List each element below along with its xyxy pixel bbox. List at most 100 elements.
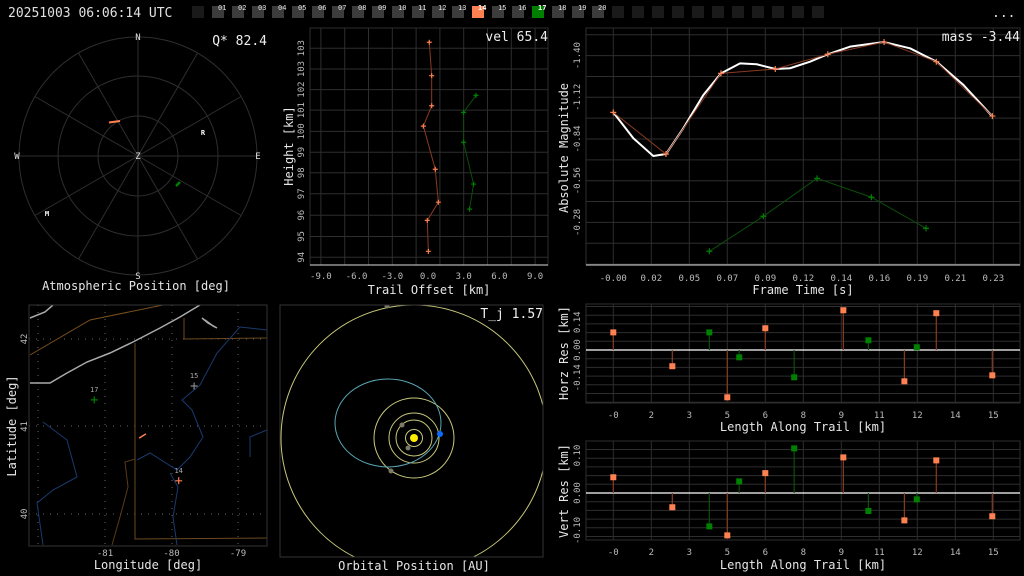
res-x-tick: 3 [687,411,692,421]
trail-y-tick: 97 [297,188,307,199]
frame-tile-empty[interactable] [772,6,784,18]
lc-point-14 [824,51,831,58]
trail-y-tick: 100 [297,123,307,139]
compass-north: N [135,33,140,43]
frame-tile-empty[interactable] [692,6,704,18]
frame-tile-empty[interactable] [752,6,764,18]
frame-tile-empty[interactable] [612,6,624,18]
map-y-tick: 40 [20,509,30,520]
polar-spoke [78,52,139,157]
res-point-14 [724,532,731,539]
trail-point-17 [471,181,477,187]
trail-y-label: Height [km] [282,106,296,185]
res-point-14 [989,372,996,379]
light-curve-panel: -0.00 0.02 0.05 0.07 0.09 0.12 0.14 0.16 0.19 0.2… [557,27,1021,297]
res-x-tick: 2 [649,548,654,558]
lc-y-tick: -1.12 [573,84,583,111]
station-marker-r: R [201,129,206,137]
frame-tile-empty[interactable] [712,6,724,18]
res-x-tick: 12 [912,548,923,558]
res-point-14 [840,454,847,461]
lc-point-17 [868,194,875,201]
frame-tile-empty[interactable] [632,6,644,18]
res-point-17 [791,374,798,381]
trail-x-tick: 6.0 [491,272,507,282]
trail-point-14 [432,166,438,172]
res-x-tick: 14 [950,548,961,558]
lc-x-tick: 0.16 [868,274,890,284]
frame-label-15: 15 [498,4,506,12]
lc-point-17 [706,248,713,255]
polar-spoke [34,96,139,157]
res-point-17 [913,344,920,351]
river [136,326,267,471]
frame-tile-empty[interactable] [812,6,824,18]
res-point-14 [933,310,940,317]
border-line [29,305,164,356]
trail-x-tick: 0.0 [420,272,436,282]
mass-metric: mass -3.44 [942,30,1020,45]
horizontal-residuals-panel: -0 2 3 5 6 8 9 11 12 14 150.140.00-0.14 Length Alo… [557,303,1021,434]
res-point-17 [865,337,872,344]
station-label-14: 14 [174,467,182,475]
frame-tile-empty[interactable] [732,6,744,18]
res-x-tick: 9 [839,548,844,558]
tisserand-metric: T_j 1.57 [480,307,543,322]
planet-icon [405,445,411,451]
res-x-tick: 14 [950,411,961,421]
header-title: 20251003 06:06:14 UTC [8,6,172,21]
frame-label-11: 11 [418,4,426,12]
trail-x-tick: 9.0 [527,272,543,282]
lc-line-17 [709,177,927,252]
frame-label-01: 01 [218,4,226,12]
frame-tile-empty[interactable] [672,6,684,18]
lc-y-tick: -0.56 [573,167,583,194]
lc-y-tick: -0.28 [573,209,583,236]
res-y-tick: 0.10 [573,445,583,467]
station-label-15: 15 [190,372,198,380]
res-point-14 [901,378,908,385]
res-x-tick: -0 [608,548,619,558]
ground-track [138,433,147,439]
vres-x-label: Length Along Trail [km] [720,558,886,572]
river [249,429,267,457]
frame-label-02: 02 [238,4,246,12]
planet-icon [399,422,405,428]
trail-x-tick: -3.0 [381,272,403,282]
frame-tile-empty[interactable] [652,6,664,18]
compass-zenith: Z [135,152,141,162]
res-point-17 [913,496,920,503]
atmospheric-position-panel: N S W E Z R M Q* 82.4 Atmospheric Positi… [14,33,267,293]
res-x-tick: 3 [687,548,692,558]
q-star-metric: Q* 82.4 [212,34,267,49]
frame-label-19: 19 [578,4,586,12]
frame-tile-empty[interactable] [792,6,804,18]
trail-point-14 [420,123,426,129]
frame-tile-empty[interactable] [192,6,204,18]
menu-button[interactable]: ... [992,6,1015,21]
ground-map-panel: 171514 -81 -80 -79424140 Longitude [deg] L… [5,304,268,572]
polar-caption: Atmospheric Position [deg] [42,279,230,293]
frame-label-18: 18 [558,4,566,12]
hres-x-label: Length Along Trail [km] [720,420,886,434]
res-y-tick: 0.00 [573,339,583,361]
river [36,421,78,546]
trail-point-14 [429,103,435,109]
frame-label-04: 04 [278,4,286,12]
lc-y-tick: -1.40 [573,42,583,69]
frame-label-03: 03 [258,4,266,12]
res-x-tick: 15 [988,411,999,421]
orbit-caption: Orbital Position [AU] [338,559,490,573]
lc-x-tick: -0.00 [600,274,627,284]
earth-icon [437,431,443,437]
res-point-14 [989,513,996,520]
planet-icon [388,468,394,474]
trail-y-tick: 103 [297,61,307,77]
polar-trail-green [175,181,181,187]
lc-y-tick: -0.84 [573,125,583,152]
map-marks: 17 15 14 [90,372,198,485]
trail-point-14 [426,39,432,45]
res-y-tick: -0.14 [573,364,583,391]
lc-point-17 [923,225,930,232]
trail-marks [420,39,479,254]
